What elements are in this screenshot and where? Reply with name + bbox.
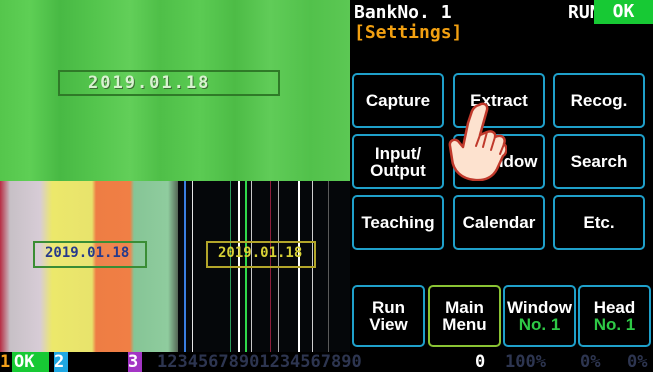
head-number-value: No. 1 — [593, 315, 636, 334]
search-label: Search — [570, 152, 628, 171]
status-percent-0b: 0% — [627, 352, 648, 372]
status-zero: 0 — [475, 352, 486, 372]
bank-number: BankNo. 1 — [354, 2, 452, 23]
camera-view-color: 2019.01.18 — [0, 181, 178, 352]
head-number-button[interactable]: Head No. 1 — [578, 285, 651, 347]
teaching-label: Teaching — [361, 213, 435, 232]
date-overlay: 2019.01.18 — [45, 245, 130, 261]
extract-button[interactable]: Extract — [453, 73, 545, 128]
etc-label: Etc. — [583, 213, 615, 232]
main-menu-button[interactable]: Main Menu — [428, 285, 501, 347]
input-output-button[interactable]: Input/ Output — [352, 134, 444, 189]
capture-button[interactable]: Capture — [352, 73, 444, 128]
recog-button[interactable]: Recog. — [553, 73, 645, 128]
date-overlay: 2019.01.18 — [88, 73, 211, 93]
ok-badge: OK — [594, 0, 653, 24]
status-ok: OK — [12, 352, 49, 372]
window-label: Window — [472, 152, 538, 171]
recog-label: Recog. — [570, 91, 628, 110]
status-percent-100: 100% — [505, 352, 546, 372]
main-menu-line1: Main — [445, 298, 484, 317]
etc-button[interactable]: Etc. — [553, 195, 645, 250]
camera-view-main: 2019.01.18 — [0, 0, 350, 181]
head-number-line1: Head — [593, 298, 636, 317]
window-number-line1: Window — [507, 298, 572, 317]
window-number-button[interactable]: Window No. 1 — [503, 285, 576, 347]
status-bank-1: 1 — [0, 352, 11, 372]
status-bank-3: 3 — [128, 352, 142, 372]
status-bank-2: 2 — [54, 352, 68, 372]
calendar-label: Calendar — [462, 213, 536, 232]
search-button[interactable]: Search — [553, 134, 645, 189]
window-button[interactable]: Window — [453, 134, 545, 189]
run-view-line2: View — [369, 315, 408, 334]
camera-view-dark: 2019.01.18 — [178, 181, 350, 352]
calendar-button[interactable]: Calendar — [453, 195, 545, 250]
teaching-button[interactable]: Teaching — [352, 195, 444, 250]
status-digit-strip: 12345678901234567890 — [157, 352, 362, 372]
status-bar: 1 OK 2 3 12345678901234567890 0 100% 0% … — [0, 352, 653, 372]
section-title: [Settings] — [354, 22, 463, 43]
run-view-button[interactable]: Run View — [352, 285, 425, 347]
status-percent-0a: 0% — [580, 352, 601, 372]
extract-label: Extract — [470, 91, 528, 110]
io-label-line2: Output — [370, 160, 426, 180]
settings-menu-panel: BankNo. 1 RUN OK [Settings] Capture Extr… — [350, 0, 653, 352]
capture-label: Capture — [365, 91, 431, 110]
date-overlay: 2019.01.18 — [218, 245, 303, 261]
window-number-value: No. 1 — [518, 315, 561, 334]
main-menu-line2: Menu — [442, 315, 487, 334]
run-view-line1: Run — [371, 298, 406, 317]
io-label-line1: Input/ — [374, 143, 422, 163]
